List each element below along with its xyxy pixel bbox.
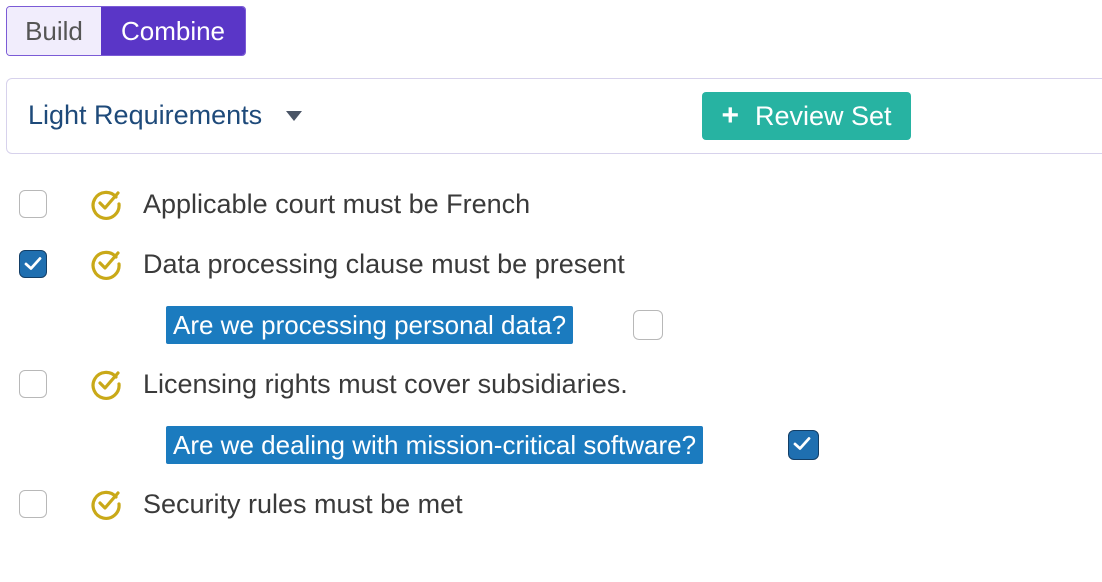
checkmark-icon — [793, 437, 811, 450]
combine-tab[interactable]: Combine — [101, 7, 245, 55]
requirement-row: Data processing clause must be present — [0, 245, 1102, 285]
question-label: Are we processing personal data? — [166, 306, 574, 344]
requirement-text: Security rules must be met — [143, 489, 463, 519]
requirement-check-icon — [91, 190, 121, 220]
requirement-check-icon — [91, 490, 121, 520]
question-checkbox[interactable] — [788, 430, 819, 460]
requirement-row: Applicable court must be French — [0, 185, 1102, 225]
question-row: Are we dealing with mission-critical sof… — [0, 425, 1102, 465]
question-row: Are we processing personal data? — [0, 305, 1102, 345]
question-checkbox[interactable] — [633, 310, 663, 340]
requirement-row: Security rules must be met — [0, 485, 1102, 525]
requirement-checkbox[interactable] — [19, 190, 47, 218]
requirement-checkbox[interactable] — [19, 370, 47, 398]
requirement-check-icon — [91, 370, 121, 400]
requirement-check-icon — [91, 250, 121, 280]
requirements-dropdown-label: Light Requirements — [28, 100, 263, 130]
page: Build Combine Light Requirements + Revie… — [0, 0, 1102, 582]
requirement-text: Licensing rights must cover subsidiaries… — [143, 369, 628, 399]
requirement-text: Applicable court must be French — [143, 189, 531, 219]
caret-down-icon — [286, 110, 303, 121]
question-label: Are we dealing with mission-critical sof… — [166, 426, 704, 464]
review-set-button[interactable]: + Review Set — [702, 92, 911, 140]
requirement-row: Licensing rights must cover subsidiaries… — [0, 365, 1102, 405]
plus-icon: + — [721, 99, 739, 132]
requirement-checkbox[interactable] — [19, 490, 47, 518]
review-set-label: Review Set — [754, 100, 892, 131]
requirement-checkbox[interactable] — [19, 250, 47, 278]
mode-toggle: Build Combine — [6, 6, 246, 56]
build-tab[interactable]: Build — [7, 7, 101, 55]
requirement-text: Data processing clause must be present — [143, 249, 625, 279]
requirements-dropdown[interactable]: Light Requirements — [28, 79, 303, 152]
requirements-header: Light Requirements + Review Set — [6, 78, 1102, 154]
checkmark-icon — [24, 257, 42, 270]
